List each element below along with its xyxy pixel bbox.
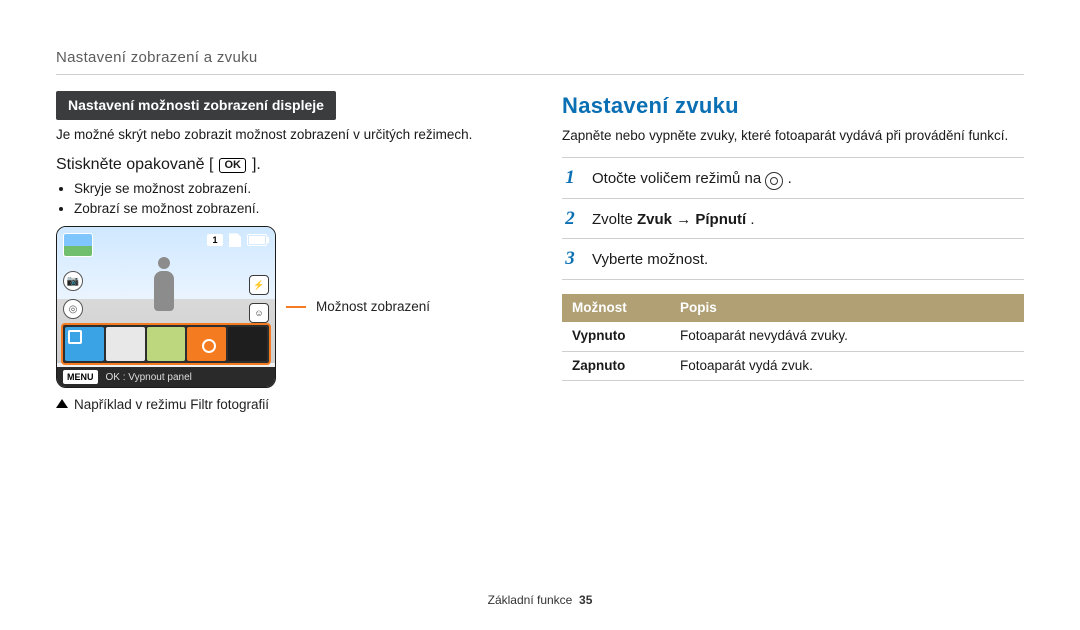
section-pill: Nastavení možnosti zobrazení displeje — [56, 91, 336, 120]
section-intro: Zapněte nebo vypněte zvuky, které fotoap… — [562, 127, 1024, 145]
display-option-strip — [61, 323, 271, 365]
ring-icon: ◎ — [63, 299, 83, 319]
option-desc-cell: Fotoaparát nevydává zvuky. — [670, 322, 1024, 351]
step-row: 2 Zvolte Zvuk → Pípnutí . — [562, 198, 1024, 239]
step-text-bold: Pípnutí — [695, 211, 746, 228]
press-ok-instruction: Stiskněte opakovaně [ OK ]. — [56, 154, 518, 176]
section-heading: Nastavení zvuku — [562, 91, 1024, 121]
table-header-cell: Možnost — [562, 294, 670, 322]
battery-icon — [247, 234, 267, 246]
subject-silhouette — [147, 257, 181, 321]
callout-label: Možnost zobrazení — [316, 298, 430, 316]
strip-tile — [65, 327, 104, 361]
table-row: Vypnuto Fotoaparát nevydává zvuky. — [562, 322, 1024, 351]
step-text-part: Zvolte — [592, 211, 637, 228]
table-row: Zapnuto Fotoaparát vydá zvuk. — [562, 351, 1024, 380]
option-desc-cell: Fotoaparát vydá zvuk. — [670, 351, 1024, 380]
strip-tile — [106, 327, 145, 361]
page-number: 35 — [579, 593, 592, 607]
step-text-bold: Zvuk — [637, 211, 672, 228]
table-header-row: Možnost Popis — [562, 294, 1024, 322]
menu-button-icon: MENU — [63, 370, 98, 384]
step-text: Vyberte možnost. — [592, 250, 708, 270]
strip-tile — [187, 327, 226, 361]
top-indicators: 1 — [207, 233, 267, 247]
step-text-part: . — [750, 211, 754, 228]
two-column-layout: Nastavení možnosti zobrazení displeje Je… — [56, 91, 1024, 414]
screenshot-caption: Například v režimu Filtr fotografií — [56, 396, 518, 414]
left-side-icons: 📷 ◎ — [63, 271, 83, 319]
camera-mode-icon: 📷 — [63, 271, 83, 291]
step-row: 3 Vyberte možnost. — [562, 238, 1024, 280]
step-number: 1 — [562, 165, 578, 191]
step-text: Zvolte Zvuk → Pípnutí . — [592, 210, 755, 230]
step-text-suffix: ]. — [252, 154, 261, 176]
screenshot-with-callout: 1 📷 ◎ ⚡ ☺ — [56, 226, 518, 388]
step-text: Otočte voličem režimů na . — [592, 169, 792, 190]
step-number: 3 — [562, 246, 578, 272]
manual-page: Nastavení zobrazení a zvuku Nastavení mo… — [0, 0, 1080, 630]
thumbnail-icon — [63, 233, 93, 257]
bullet-item: Zobrazí se možnost zobrazení. — [74, 200, 518, 218]
arrow-separator: → — [676, 211, 695, 228]
right-side-icons: ⚡ ☺ — [249, 275, 269, 323]
left-column: Nastavení možnosti zobrazení displeje Je… — [56, 91, 518, 414]
camera-screenshot: 1 📷 ◎ ⚡ ☺ — [56, 226, 276, 388]
footer-section: Základní funkce — [488, 593, 573, 607]
page-footer: Základní funkce 35 — [0, 592, 1080, 608]
breadcrumb: Nastavení zobrazení a zvuku — [56, 48, 1024, 75]
strip-tile — [228, 327, 267, 361]
caption-text: Například v režimu Filtr fotografií — [74, 397, 269, 412]
options-table: Možnost Popis Vypnuto Fotoaparát nevydáv… — [562, 294, 1024, 381]
callout-leader-line — [286, 306, 306, 308]
ok-button-icon: OK — [219, 158, 246, 173]
sd-card-icon — [229, 233, 241, 247]
triangle-up-icon — [56, 399, 68, 408]
option-name-cell: Vypnuto — [562, 322, 670, 351]
effect-bullets: Skryje se možnost zobrazení. Zobrazí se … — [56, 180, 518, 218]
step-text-prefix: Stiskněte opakovaně [ — [56, 154, 213, 176]
bullet-item: Skryje se možnost zobrazení. — [74, 180, 518, 198]
gear-icon — [765, 172, 783, 190]
step-text-part: . — [788, 170, 792, 187]
section-intro: Je možné skrýt nebo zobrazit možnost zob… — [56, 126, 518, 144]
footer-hint: OK : Vypnout panel — [106, 371, 192, 385]
strip-tile — [147, 327, 186, 361]
counter-badge: 1 — [207, 234, 223, 246]
step-number: 2 — [562, 206, 578, 232]
face-detect-icon: ☺ — [249, 303, 269, 323]
flash-icon: ⚡ — [249, 275, 269, 295]
table-header-cell: Popis — [670, 294, 1024, 322]
right-column: Nastavení zvuku Zapněte nebo vypněte zvu… — [562, 91, 1024, 414]
screenshot-footer-bar: MENU OK : Vypnout panel — [57, 367, 275, 387]
step-text-part: Otočte voličem režimů na — [592, 170, 765, 187]
numbered-steps: 1 Otočte voličem režimů na . 2 Zvolte Zv… — [562, 157, 1024, 280]
step-row: 1 Otočte voličem režimů na . — [562, 157, 1024, 198]
option-name-cell: Zapnuto — [562, 351, 670, 380]
